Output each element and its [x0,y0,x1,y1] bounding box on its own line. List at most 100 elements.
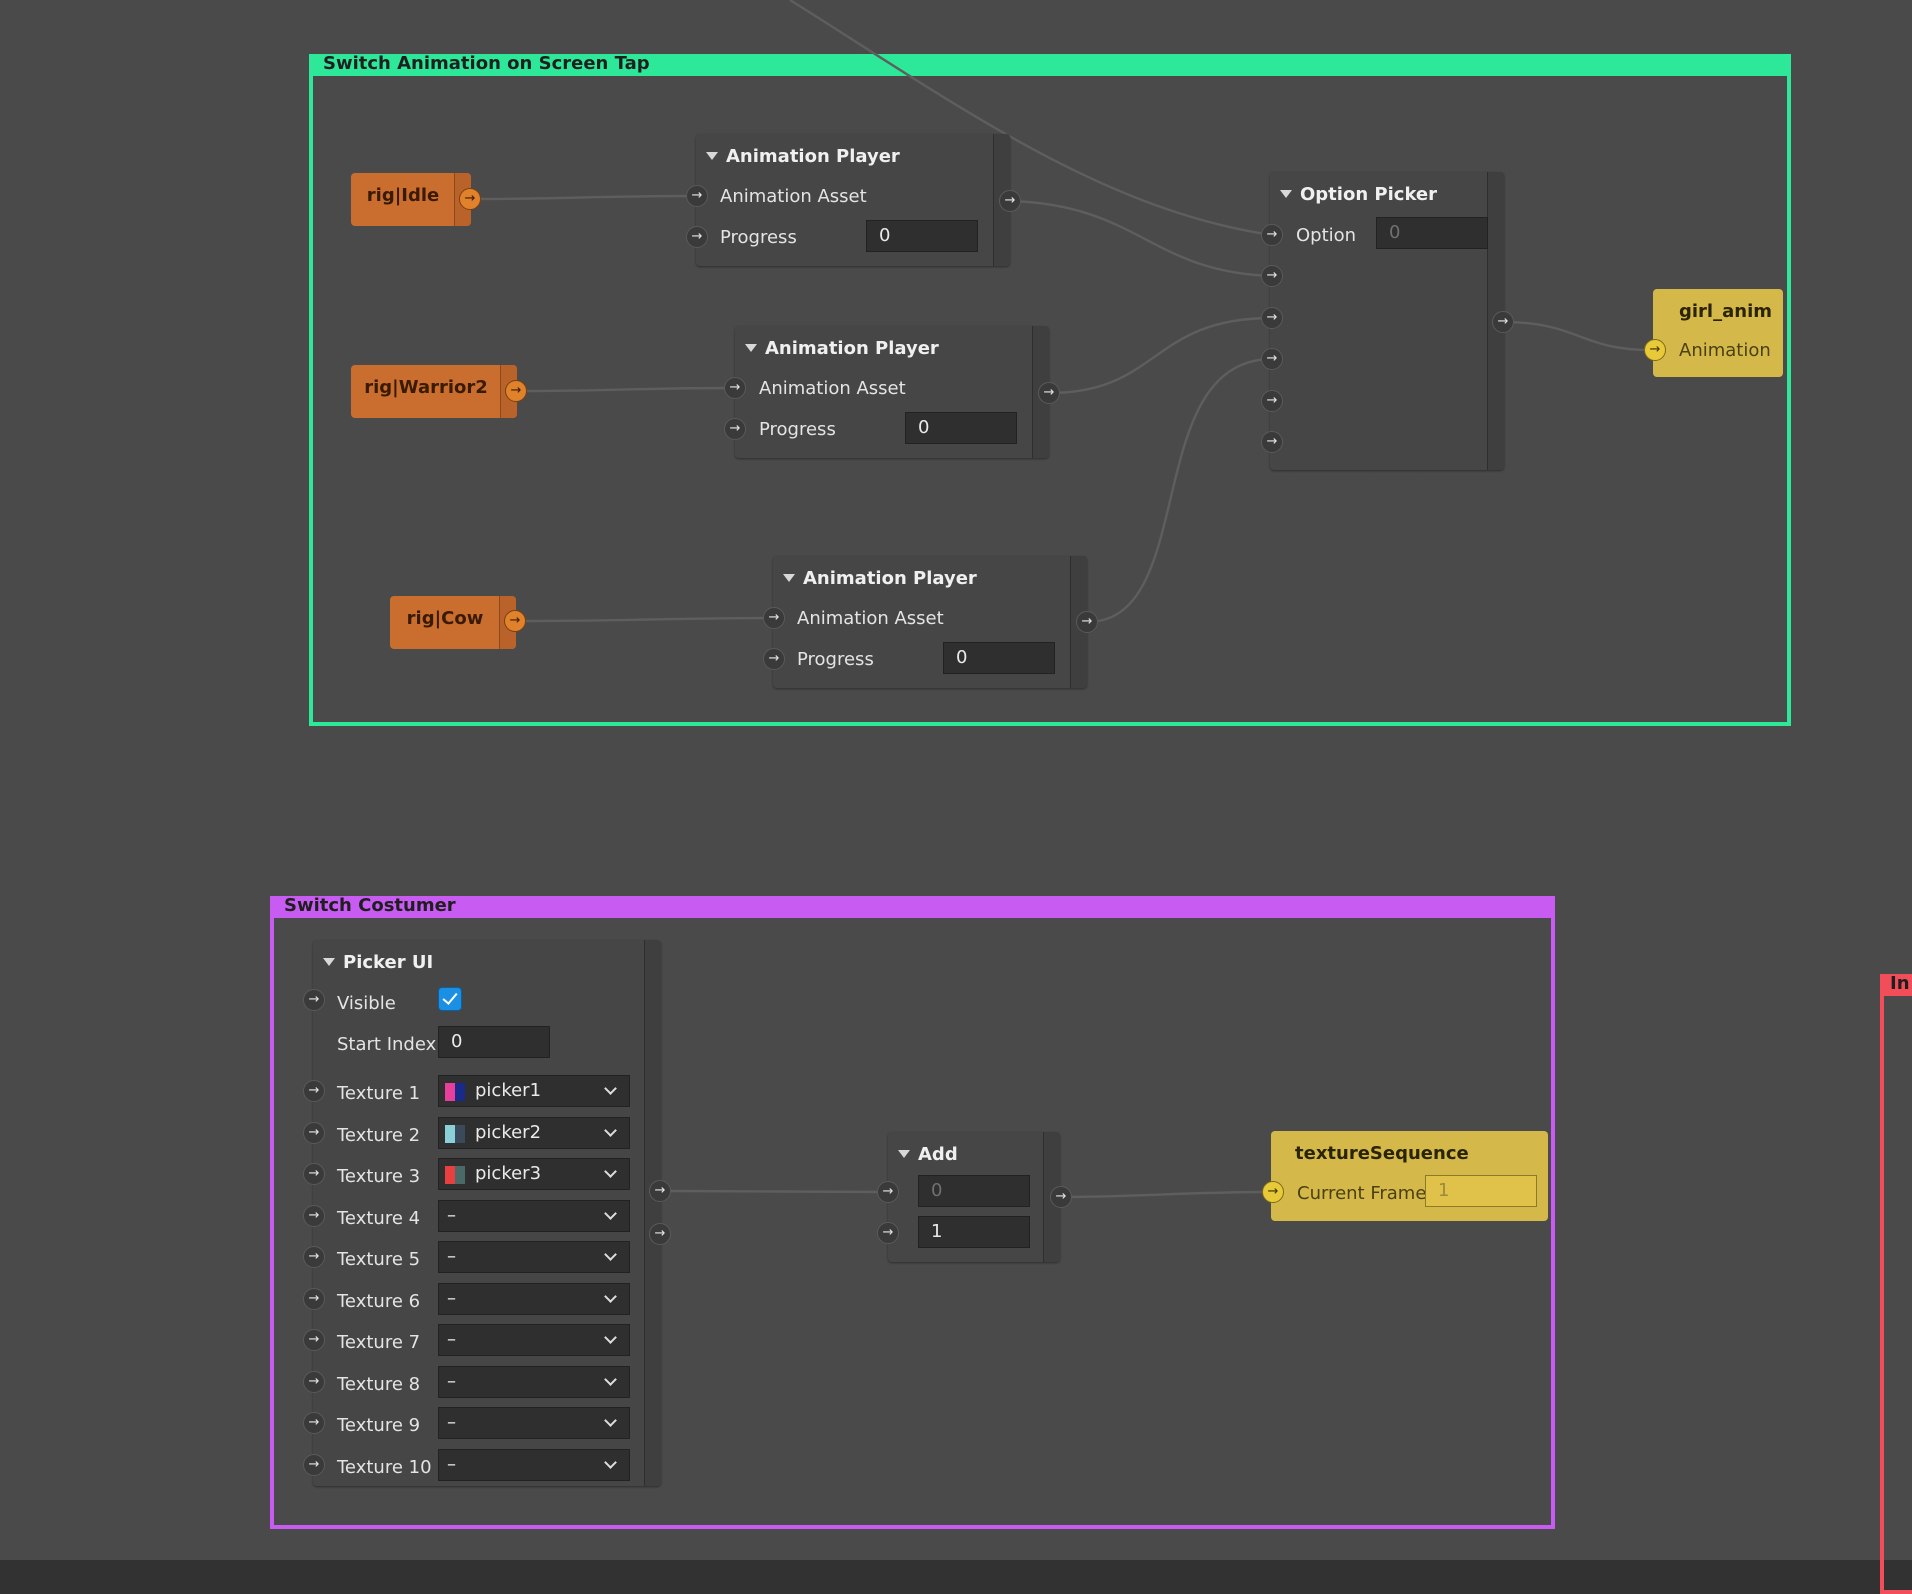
texture-input-port[interactable]: → [303,1204,325,1227]
add-input-port-1[interactable]: → [877,1181,899,1203]
texture-dropdown[interactable]: – [438,1199,630,1232]
picker-ui-output-port-2[interactable]: → [649,1223,671,1245]
progress-label: Progress [759,419,836,440]
node-header[interactable]: Add [898,1144,958,1165]
texture-input-port[interactable]: → [303,1329,325,1351]
current-frame-input[interactable]: 1 [1425,1175,1537,1207]
anim-asset-idle[interactable]: rig|Idle [351,173,471,226]
collapse-triangle-icon[interactable] [745,344,757,352]
group-title: In [1880,974,1912,996]
texture-sequence-node[interactable]: textureSequence Current Frame 1 [1271,1131,1548,1221]
texture-label: Texture 7 [337,1332,421,1353]
texture-dropdown-value: picker3 [475,1163,542,1184]
node-header[interactable]: Animation Player [783,568,977,589]
picker-ui-output-port-1[interactable]: → [649,1180,671,1202]
anim-asset-cow-output-port[interactable]: → [504,610,526,632]
progress-label: Progress [797,649,874,670]
group-right-partial[interactable]: In [1880,974,1912,1594]
texture-swatch-icon [445,1166,465,1184]
start-index-input[interactable]: 0 [438,1026,550,1058]
texture-label: Texture 10 [337,1456,432,1478]
add-input-port-2[interactable]: → [877,1222,899,1244]
animation-asset-input-port[interactable]: → [763,607,785,629]
add-node[interactable]: Add 0 1 [888,1132,1060,1262]
texture-dropdown-value: – [447,1287,456,1309]
visible-input-port[interactable]: → [303,989,325,1011]
texture-label: Texture 6 [337,1290,421,1312]
animation-player-node-3[interactable]: Animation Player Animation Asset Progres… [773,556,1087,688]
add-input-2[interactable]: 1 [918,1216,1030,1248]
animation-player-node-2[interactable]: Animation Player Animation Asset Progres… [735,326,1049,458]
animation-asset-input-port[interactable]: → [686,185,708,207]
collapse-triangle-icon[interactable] [706,152,718,160]
animation-player-output-port[interactable]: → [999,190,1021,212]
node-title: Animation Player [803,568,977,589]
collapse-triangle-icon[interactable] [783,574,795,582]
texture-input-port[interactable]: → [303,1080,325,1102]
option-picker-input-port-3[interactable]: → [1261,348,1283,370]
option-input[interactable]: 0 [1376,217,1488,249]
node-header[interactable]: Option Picker [1280,184,1437,205]
progress-input[interactable]: 0 [943,642,1055,674]
animation-player-node-1[interactable]: Animation Player Animation Asset Progres… [696,134,1010,266]
anim-asset-idle-output-port[interactable]: → [459,188,481,210]
collapse-triangle-icon[interactable] [1280,190,1292,198]
progress-input-port[interactable]: → [686,226,708,248]
option-picker-input-port-1[interactable]: → [1261,265,1283,287]
anim-asset-label: rig|Cow [406,608,484,629]
anim-asset-warrior2[interactable]: rig|Warrior2 [351,365,517,418]
animation-input-label: Animation [1679,340,1771,361]
texture-dropdown[interactable]: – [438,1365,630,1398]
texture-dropdown-value: – [447,1412,456,1433]
anim-asset-warrior2-output-port[interactable]: → [505,380,527,402]
texture-dropdown[interactable]: – [438,1282,630,1315]
texture-label: Texture 2 [337,1124,421,1146]
texture-dropdown[interactable]: – [438,1448,630,1481]
texture-sequence-frame-input-port[interactable]: → [1262,1181,1284,1203]
add-output-port[interactable]: → [1050,1186,1072,1208]
texture-input-port[interactable]: → [303,1453,325,1476]
texture-dropdown-value: – [447,1370,456,1392]
texture-input-port[interactable]: → [303,1287,325,1310]
texture-dropdown[interactable]: – [438,1241,630,1273]
texture-swatch-icon [445,1124,465,1143]
girl-anim-animation-input-port[interactable]: → [1644,339,1666,361]
node-title: Add [918,1144,958,1165]
option-picker-input-port-2[interactable]: → [1261,307,1283,329]
texture-input-port[interactable]: → [303,1370,325,1393]
texture-input-port[interactable]: → [303,1121,325,1144]
collapse-triangle-icon[interactable] [323,958,335,966]
node-header[interactable]: Animation Player [706,146,900,167]
progress-input-port[interactable]: → [724,418,746,440]
picker-ui-node[interactable]: Picker UI Visible Start Index 0 Texture … [313,940,661,1486]
texture-dropdown[interactable]: – [438,1407,630,1439]
current-frame-label: Current Frame [1297,1183,1427,1204]
visible-checkbox[interactable] [438,987,462,1011]
option-label: Option [1296,225,1357,246]
option-picker-input-port-4[interactable]: → [1261,390,1283,412]
texture-input-port[interactable]: → [303,1163,325,1185]
texture-dropdown[interactable]: picker3 [438,1158,630,1190]
animation-player-output-port[interactable]: → [1038,382,1060,404]
node-header[interactable]: Picker UI [323,952,433,973]
node-title: Picker UI [343,952,434,973]
animation-player-output-port[interactable]: → [1076,611,1098,633]
progress-input[interactable]: 0 [866,220,978,252]
texture-input-port[interactable]: → [303,1246,325,1268]
girl-anim-node[interactable]: girl_anim Animation [1653,289,1783,377]
texture-dropdown[interactable]: – [438,1324,630,1356]
texture-dropdown[interactable]: picker1 [438,1075,630,1107]
texture-input-port[interactable]: → [303,1412,325,1434]
texture-dropdown[interactable]: picker2 [438,1116,630,1149]
option-picker-node[interactable]: Option Picker Option 0 [1270,172,1504,470]
option-picker-output-port[interactable]: → [1492,311,1514,333]
progress-input[interactable]: 0 [905,412,1017,444]
collapse-triangle-icon[interactable] [898,1150,910,1158]
animation-asset-input-port[interactable]: → [724,377,746,399]
node-header[interactable]: Animation Player [745,338,939,359]
progress-input-port[interactable]: → [763,648,785,670]
option-input-port[interactable]: → [1261,224,1283,246]
option-picker-input-port-5[interactable]: → [1261,431,1283,453]
add-input-1[interactable]: 0 [918,1175,1030,1207]
anim-asset-cow[interactable]: rig|Cow [390,596,516,649]
